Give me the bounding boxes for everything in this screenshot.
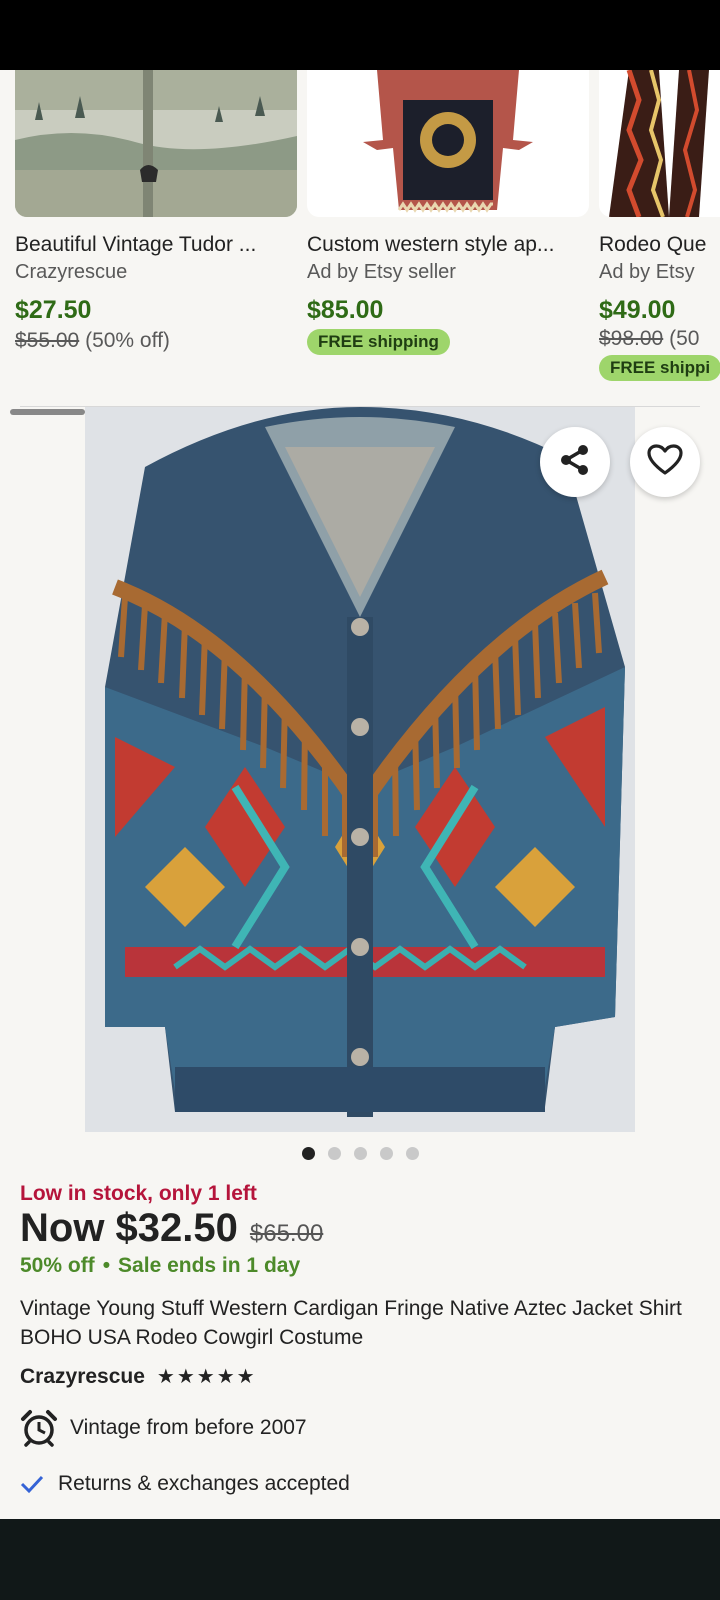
current-price: Now $32.50	[20, 1206, 238, 1250]
page-dot-5[interactable]	[405, 1147, 419, 1160]
rec-card-discount: (50	[669, 327, 700, 350]
page-dot-3[interactable]	[353, 1147, 367, 1160]
rec-card-original-price: $55.00 (50% off)	[15, 329, 297, 353]
vintage-feature: Vintage from before 2007	[20, 1409, 307, 1447]
rec-card-price: $85.00	[307, 296, 384, 324]
rec-card-3[interactable]: Rodeo Que Ad by Etsy $49.00 $98.00 (50 F…	[599, 70, 720, 381]
rec-card-title[interactable]: Rodeo Que	[599, 233, 720, 257]
original-price: $65.00	[249, 1220, 324, 1247]
stock-alert: Low in stock, only 1 left	[20, 1182, 257, 1205]
sale-timer: Sale ends in 1 day	[118, 1254, 301, 1277]
free-shipping-badge: FREE shipping	[307, 329, 450, 355]
rec-card-1[interactable]: Beautiful Vintage Tudor ... Crazyrescue …	[15, 70, 297, 353]
rec-card-strike-price: $55.00	[15, 329, 80, 352]
share-button[interactable]	[540, 427, 610, 497]
page-dot-4[interactable]	[379, 1147, 393, 1160]
returns-note: Returns & exchanges accepted	[58, 1472, 350, 1495]
image-pagination[interactable]	[0, 1147, 720, 1160]
system-navigation-bar	[0, 1519, 720, 1600]
shop-row[interactable]: Crazyrescue ★★★★★	[20, 1364, 257, 1389]
rec-card-price: $49.00	[599, 296, 676, 324]
rec-card-original-price: $98.00 (50	[599, 327, 720, 351]
rec-card-discount: (50% off)	[85, 329, 170, 352]
heart-icon	[647, 443, 683, 481]
listing-main-image[interactable]	[85, 407, 635, 1132]
rec-card-price: $27.50	[15, 296, 92, 324]
alarm-clock-icon	[20, 1409, 58, 1447]
rec-card-seller: Ad by Etsy	[599, 261, 695, 283]
rec-card-title[interactable]: Beautiful Vintage Tudor ...	[15, 233, 297, 257]
page-dot-2[interactable]	[327, 1147, 341, 1160]
rating-stars: ★★★★★	[156, 1366, 257, 1388]
rec-card-image[interactable]	[307, 70, 589, 217]
status-bar	[0, 0, 720, 70]
price-row: Now $32.50 $65.00	[20, 1206, 323, 1251]
share-icon	[558, 443, 592, 482]
rec-card-seller: Crazyrescue	[15, 261, 128, 283]
rec-card-title[interactable]: Custom western style ap...	[307, 233, 589, 257]
page-dot-1[interactable]	[301, 1147, 315, 1160]
returns-feature: Returns & exchanges accepted	[20, 1472, 350, 1496]
rec-card-2[interactable]: Custom western style ap... Ad by Etsy se…	[307, 70, 589, 355]
free-shipping-badge: FREE shippi	[599, 355, 720, 381]
listing-title: Vintage Young Stuff Western Cardigan Fri…	[20, 1297, 682, 1349]
bullet-separator: •	[102, 1254, 111, 1277]
rec-card-image[interactable]	[15, 70, 297, 217]
rec-card-strike-price: $98.00	[599, 327, 664, 350]
favorite-button[interactable]	[630, 427, 700, 497]
shop-name[interactable]: Crazyrescue	[20, 1365, 145, 1389]
carousel-scroll-indicator	[10, 409, 85, 415]
rec-card-seller: Ad by Etsy seller	[307, 261, 456, 283]
sale-info: 50% off • Sale ends in 1 day	[20, 1254, 300, 1278]
checkmark-icon	[20, 1474, 44, 1494]
vintage-note: Vintage from before 2007	[70, 1416, 307, 1439]
rec-card-image[interactable]	[599, 70, 720, 217]
recommendations-carousel[interactable]: Beautiful Vintage Tudor ... Crazyrescue …	[0, 70, 720, 390]
discount-label: 50% off	[20, 1254, 95, 1277]
